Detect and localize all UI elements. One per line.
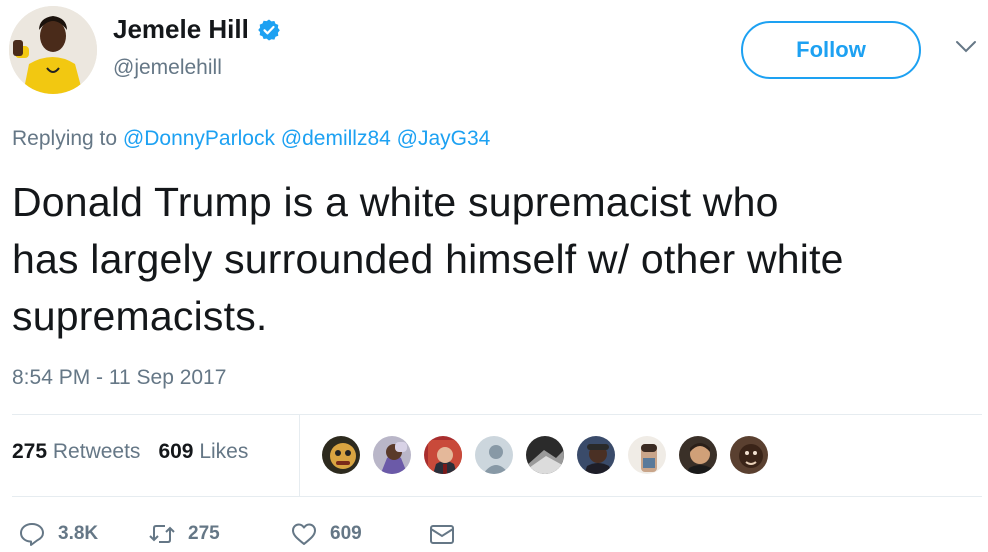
- verified-badge-icon: [258, 19, 280, 40]
- replying-to: Replying to @DonnyParlock @demillz84 @Ja…: [12, 127, 490, 151]
- liker-avatar[interactable]: [728, 434, 770, 476]
- liker-avatar[interactable]: [677, 434, 719, 476]
- author-name[interactable]: Jemele Hill: [113, 14, 249, 45]
- liker-avatar[interactable]: [371, 434, 413, 476]
- liker-avatar[interactable]: [524, 434, 566, 476]
- likes-count: 609: [158, 440, 194, 463]
- retweet-count: 275: [188, 523, 220, 544]
- liker-avatar[interactable]: [320, 434, 362, 476]
- likes-stat[interactable]: 609 Likes: [158, 440, 248, 463]
- replying-to-label: Replying to: [12, 127, 118, 150]
- author-avatar-image: [9, 6, 97, 94]
- author-avatar[interactable]: [9, 6, 97, 94]
- liker-avatar[interactable]: [575, 434, 617, 476]
- tweet-stats: 275 Retweets 609 Likes: [12, 440, 248, 464]
- author-name-row[interactable]: Jemele Hill: [113, 14, 281, 45]
- tweet-text-line: Donald Trump is a white supremacist who: [12, 179, 779, 225]
- tweet-text: Donald Trump is a white supremacist who …: [12, 174, 982, 345]
- tweet-text-line: supremacists.: [12, 293, 268, 339]
- reply-icon: [20, 523, 44, 546]
- mention-link[interactable]: @demillz84: [281, 127, 391, 150]
- chevron-down-icon[interactable]: [955, 40, 977, 54]
- like-button[interactable]: 609: [290, 520, 362, 548]
- mention-link[interactable]: @DonnyParlock: [123, 127, 275, 150]
- liker-avatar[interactable]: [626, 434, 668, 476]
- divider: [12, 414, 982, 415]
- follow-button[interactable]: Follow: [741, 21, 921, 79]
- retweets-stat[interactable]: 275 Retweets: [12, 440, 140, 463]
- liker-avatar[interactable]: [473, 434, 515, 476]
- retweets-label: Retweets: [52, 440, 141, 463]
- retweets-count: 275: [12, 440, 48, 463]
- divider: [12, 496, 982, 497]
- author-handle[interactable]: @jemelehill: [113, 56, 222, 80]
- reply-count: 3.8K: [58, 523, 99, 544]
- likes-label: Likes: [199, 440, 249, 463]
- direct-message-button[interactable]: [428, 520, 456, 548]
- tweet-timestamp[interactable]: 8:54 PM - 11 Sep 2017: [12, 366, 226, 390]
- tweet-text-line: has largely surrounded himself w/ other …: [12, 236, 844, 282]
- like-count: 609: [330, 523, 362, 544]
- envelope-icon: [430, 525, 454, 544]
- heart-icon: [292, 523, 316, 545]
- reply-button[interactable]: 3.8K: [18, 520, 98, 548]
- retweet-button[interactable]: 275: [148, 520, 220, 548]
- stats-divider: [299, 414, 300, 496]
- liker-avatar[interactable]: [422, 434, 464, 476]
- mention-link[interactable]: @JayG34: [397, 127, 491, 150]
- retweet-icon: [149, 525, 175, 543]
